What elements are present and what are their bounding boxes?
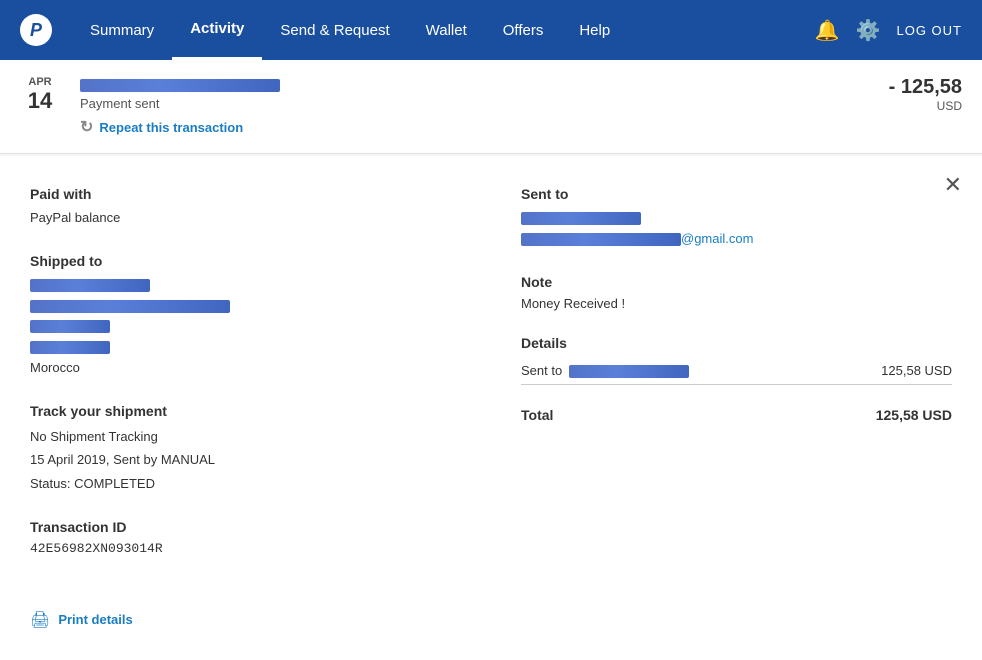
- note-section: Note Money Received !: [521, 274, 952, 311]
- address-line4-redacted: [30, 341, 110, 354]
- transaction-status: Payment sent: [80, 96, 842, 111]
- transaction-amount: - 125,58: [842, 76, 962, 99]
- recipient-email-domain: @gmail.com: [681, 231, 753, 246]
- transaction-id-section: Transaction ID 42E56982XN093014R: [30, 519, 461, 556]
- txid-value: 42E56982XN093014R: [30, 541, 461, 556]
- address-country: Morocco: [30, 358, 461, 379]
- notifications-icon[interactable]: 🔔: [815, 18, 840, 43]
- paid-with-section: Paid with PayPal balance: [30, 186, 461, 229]
- paid-with-value: PayPal balance: [30, 208, 461, 229]
- close-button[interactable]: ✕: [944, 174, 962, 196]
- main-nav: Summary Activity Send & Request Wallet O…: [72, 0, 815, 60]
- note-value: Money Received !: [521, 296, 952, 311]
- main-content: APR 14 Payment sent ↻ Repeat this transa…: [0, 60, 982, 660]
- track-details: No Shipment Tracking 15 April 2019, Sent…: [30, 425, 461, 495]
- recipient-email-redacted: [521, 233, 681, 246]
- details-label: Details: [521, 335, 952, 351]
- txid-label: Transaction ID: [30, 519, 461, 535]
- date-month: APR: [20, 76, 60, 88]
- address-line2-redacted: [30, 300, 230, 313]
- track-date: 15 April 2019, Sent by MANUAL: [30, 448, 461, 471]
- address-line3-redacted: [30, 320, 110, 333]
- repeat-label: Repeat this transaction: [99, 120, 243, 135]
- nav-item-send-request[interactable]: Send & Request: [262, 0, 407, 60]
- details-sent-label: Sent to: [521, 357, 818, 385]
- detail-grid: Paid with PayPal balance Shipped to Moro…: [30, 186, 952, 580]
- details-sent-row: Sent to 125,58 USD: [521, 357, 952, 385]
- note-label: Note: [521, 274, 952, 290]
- details-total-row: Total 125,58 USD: [521, 401, 952, 429]
- total-amount: 125,58 USD: [818, 401, 952, 429]
- nav-item-activity[interactable]: Activity: [172, 0, 262, 60]
- nav-item-summary[interactable]: Summary: [72, 0, 172, 60]
- print-details-link[interactable]: Print details: [58, 612, 132, 627]
- transaction-date: APR 14: [20, 76, 60, 114]
- track-label: Track your shipment: [30, 403, 461, 419]
- print-row: 🖨 Print details: [30, 610, 952, 630]
- sent-to-value: @gmail.com: [521, 208, 952, 250]
- transaction-name: [80, 76, 842, 93]
- nav-item-help[interactable]: Help: [561, 0, 628, 60]
- transaction-name-redacted: [80, 79, 280, 92]
- transaction-info: Payment sent ↻ Repeat this transaction: [80, 76, 842, 137]
- details-separator-row: [521, 384, 952, 401]
- detail-panel: ✕ Paid with PayPal balance Shipped to: [0, 156, 982, 660]
- header: P Summary Activity Send & Request Wallet…: [0, 0, 982, 60]
- details-recipient-redacted: [569, 365, 689, 378]
- paypal-logo-icon: P: [20, 14, 52, 46]
- total-label: Total: [521, 401, 818, 429]
- nav-item-offers[interactable]: Offers: [485, 0, 562, 60]
- logo: P: [20, 14, 52, 46]
- track-shipment-section: Track your shipment No Shipment Tracking…: [30, 403, 461, 495]
- transaction-amount-block: - 125,58 USD: [842, 76, 962, 113]
- shipped-to-label: Shipped to: [30, 253, 461, 269]
- print-icon: 🖨: [30, 610, 50, 630]
- recipient-name-redacted: [521, 212, 641, 225]
- shipped-to-value: Morocco: [30, 275, 461, 379]
- details-table: Sent to 125,58 USD Total 125,58 USD: [521, 357, 952, 429]
- sent-to-label: Sent to: [521, 186, 952, 202]
- transaction-currency: USD: [842, 99, 962, 113]
- detail-right-column: Sent to @gmail.com Note Money Received !: [521, 186, 952, 580]
- logout-button[interactable]: LOG OUT: [896, 23, 962, 38]
- header-actions: 🔔 ⚙️ LOG OUT: [815, 18, 962, 43]
- date-day: 14: [20, 88, 60, 114]
- track-status: Status: COMPLETED: [30, 472, 461, 495]
- details-sent-amount: 125,58 USD: [818, 357, 952, 385]
- paid-with-label: Paid with: [30, 186, 461, 202]
- sent-to-section: Sent to @gmail.com: [521, 186, 952, 250]
- track-no-tracking: No Shipment Tracking: [30, 425, 461, 448]
- repeat-transaction-link[interactable]: ↻ Repeat this transaction: [80, 117, 842, 137]
- shipped-to-section: Shipped to Morocco: [30, 253, 461, 379]
- repeat-icon: ↻: [80, 117, 93, 137]
- address-line1-redacted: [30, 279, 150, 292]
- nav-item-wallet[interactable]: Wallet: [408, 0, 485, 60]
- detail-left-column: Paid with PayPal balance Shipped to Moro…: [30, 186, 461, 580]
- transaction-row: APR 14 Payment sent ↻ Repeat this transa…: [0, 60, 982, 154]
- details-section: Details Sent to 125,58 USD: [521, 335, 952, 429]
- settings-icon[interactable]: ⚙️: [856, 18, 881, 43]
